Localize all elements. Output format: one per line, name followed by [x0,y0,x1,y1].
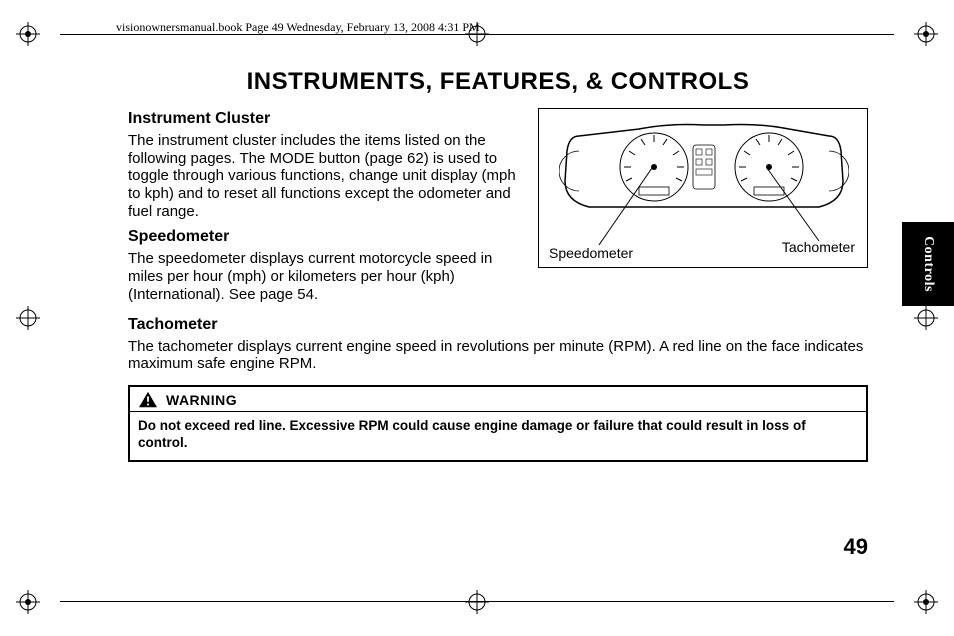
heading-instrument-cluster: Instrument Cluster [128,110,524,128]
print-header-info: visionownersmanual.book Page 49 Wednesda… [116,20,480,35]
figure-label-speedometer: Speedometer [549,245,633,261]
registration-mark-icon [914,590,938,614]
section-tab-label: Controls [920,236,936,292]
page-content: INSTRUMENTS, FEATURES, & CONTROLS Instru… [128,68,868,462]
registration-mark-icon [16,590,40,614]
registration-mark-icon [914,22,938,46]
warning-body: Do not exceed red line. Excessive RPM co… [130,411,866,460]
page-number: 49 [844,534,868,560]
section-tab: Controls [902,222,954,306]
page-title: INSTRUMENTS, FEATURES, & CONTROLS [128,68,868,96]
figure-label-tachometer: Tachometer [782,239,855,255]
crop-cross-icon [465,590,489,614]
warning-label: WARNING [166,392,237,408]
crop-cross-icon [914,306,938,330]
text-speedometer: The speedometer displays current motorcy… [128,250,524,303]
warning-box: WARNING Do not exceed red line. Excessiv… [128,385,868,462]
registration-mark-icon [16,22,40,46]
instrument-cluster-figure: Speedometer Tachometer [538,108,868,268]
text-instrument-cluster: The instrument cluster includes the item… [128,132,524,220]
crop-cross-icon [16,306,40,330]
heading-speedometer: Speedometer [128,228,524,246]
warning-triangle-icon [138,391,158,409]
text-tachometer: The tachometer displays current engine s… [128,338,868,373]
heading-tachometer: Tachometer [128,316,868,334]
